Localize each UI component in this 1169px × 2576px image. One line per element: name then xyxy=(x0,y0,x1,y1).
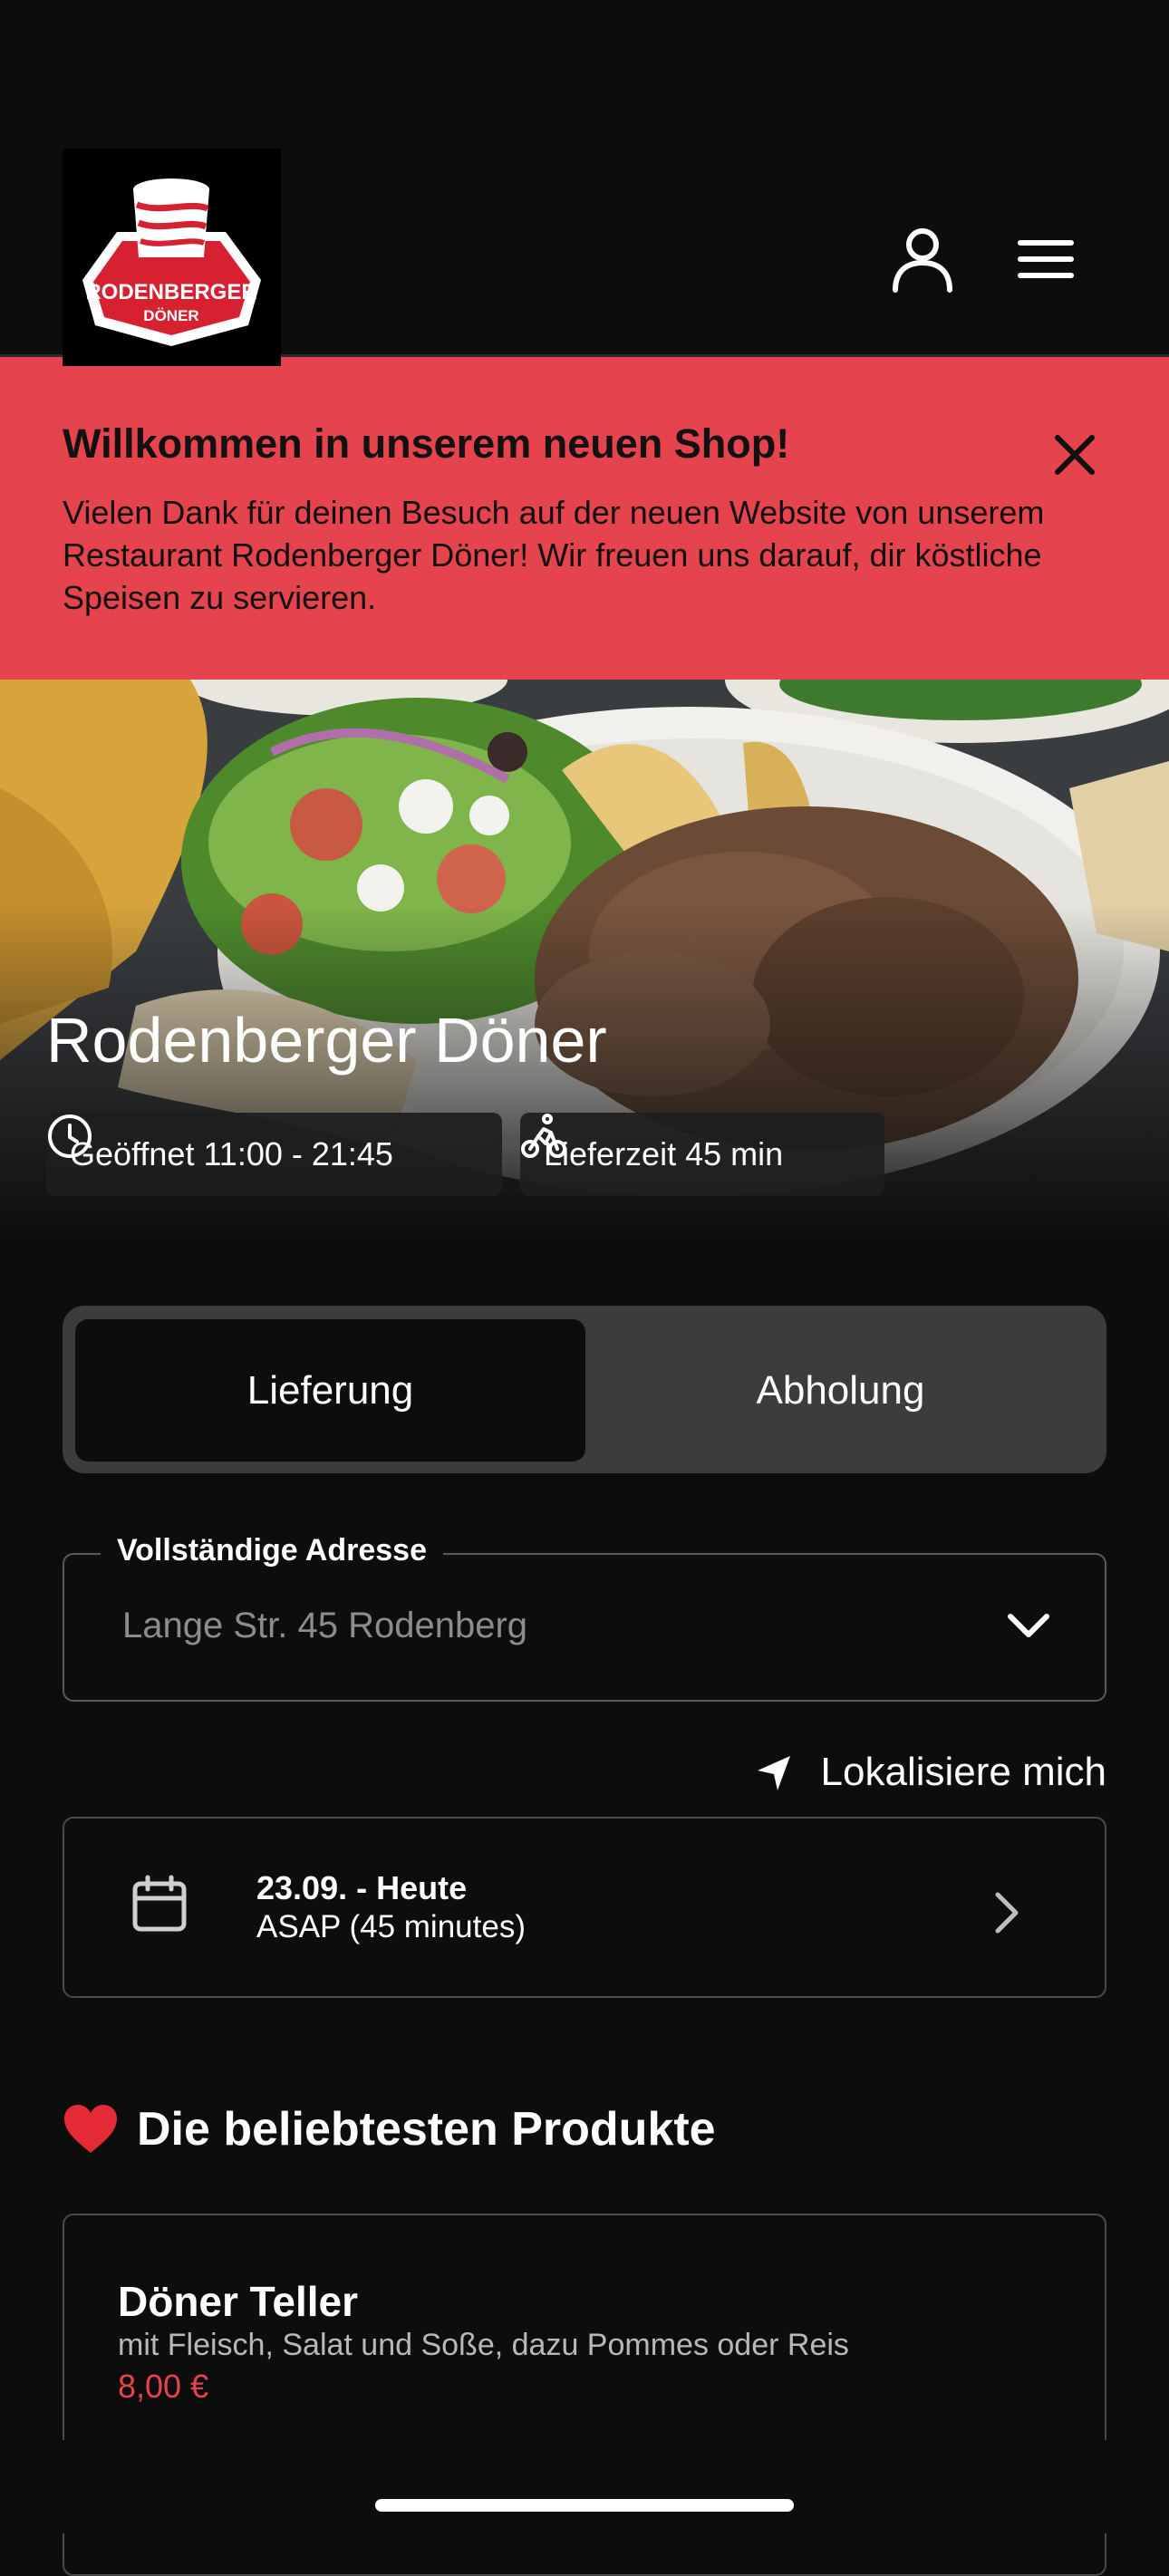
delivery-option-button[interactable]: Lieferung xyxy=(75,1319,585,1462)
heart-icon xyxy=(64,2105,117,2153)
address-value[interactable]: Lange Str. 45 Rodenberg xyxy=(122,1606,527,1646)
address-label: Vollständige Adresse xyxy=(101,1533,443,1568)
banner-text: Vielen Dank für deinen Besuch auf der ne… xyxy=(63,494,1045,616)
user-icon[interactable] xyxy=(888,225,957,294)
hero-image: Rodenberger Döner Geöffnet 11:00 - 21:45… xyxy=(0,680,1169,1241)
popular-products-title: Die beliebtesten Produkte xyxy=(137,2103,716,2156)
restaurant-logo[interactable]: RODENBERGER DÖNER xyxy=(63,149,281,366)
calendar-icon xyxy=(128,1873,191,1936)
address-field[interactable]: Vollständige Adresse Lange Str. 45 Roden… xyxy=(63,1533,1106,1702)
hamburger-menu-icon[interactable] xyxy=(1013,225,1082,294)
schedule-time: ASAP (45 minutes) xyxy=(256,1909,526,1944)
location-arrow-icon xyxy=(757,1756,790,1790)
restaurant-name: Rodenberger Döner xyxy=(46,1005,607,1076)
locate-me-label: Lokalisiere mich xyxy=(820,1750,1106,1794)
delivery-time-text: Lieferzeit 45 min xyxy=(544,1135,784,1172)
logo-text-line2: DÖNER xyxy=(143,307,198,324)
home-indicator[interactable] xyxy=(375,2499,794,2512)
product-name: Döner Teller xyxy=(118,2278,358,2325)
welcome-banner: Willkommen in unserem neuen Shop! Vielen… xyxy=(0,357,1169,680)
schedule-selector[interactable]: 23.09. - Heute ASAP (45 minutes) xyxy=(63,1817,1106,1998)
opening-hours-text: Geöffnet 11:00 - 21:45 xyxy=(70,1135,393,1172)
product-description: mit Fleisch, Salat und Soße, dazu Pommes… xyxy=(118,2328,849,2362)
logo-text-line1: RODENBERGER xyxy=(85,280,256,304)
pickup-option-button[interactable]: Abholung xyxy=(585,1319,1096,1462)
banner-title: Willkommen in unserem neuen Shop! xyxy=(63,420,790,467)
chevron-down-icon[interactable] xyxy=(1003,1600,1054,1651)
chevron-right-icon[interactable] xyxy=(987,1887,1027,1938)
popular-products-heading: Die beliebtesten Produkte xyxy=(63,2102,716,2156)
bottom-safe-area xyxy=(0,2440,1169,2533)
locate-me-button[interactable]: Lokalisiere mich xyxy=(743,1744,1106,1800)
delivery-time-badge: Lieferzeit 45 min xyxy=(520,1113,884,1196)
order-mode-toggle: Lieferung Abholung xyxy=(63,1306,1106,1473)
schedule-date: 23.09. - Heute xyxy=(256,1869,468,1906)
clock-icon xyxy=(48,1114,92,1158)
close-icon[interactable] xyxy=(1047,427,1103,483)
product-price: 8,00 € xyxy=(118,2368,209,2405)
opening-hours-badge: Geöffnet 11:00 - 21:45 xyxy=(46,1113,502,1196)
bicycle-icon xyxy=(521,1114,566,1158)
